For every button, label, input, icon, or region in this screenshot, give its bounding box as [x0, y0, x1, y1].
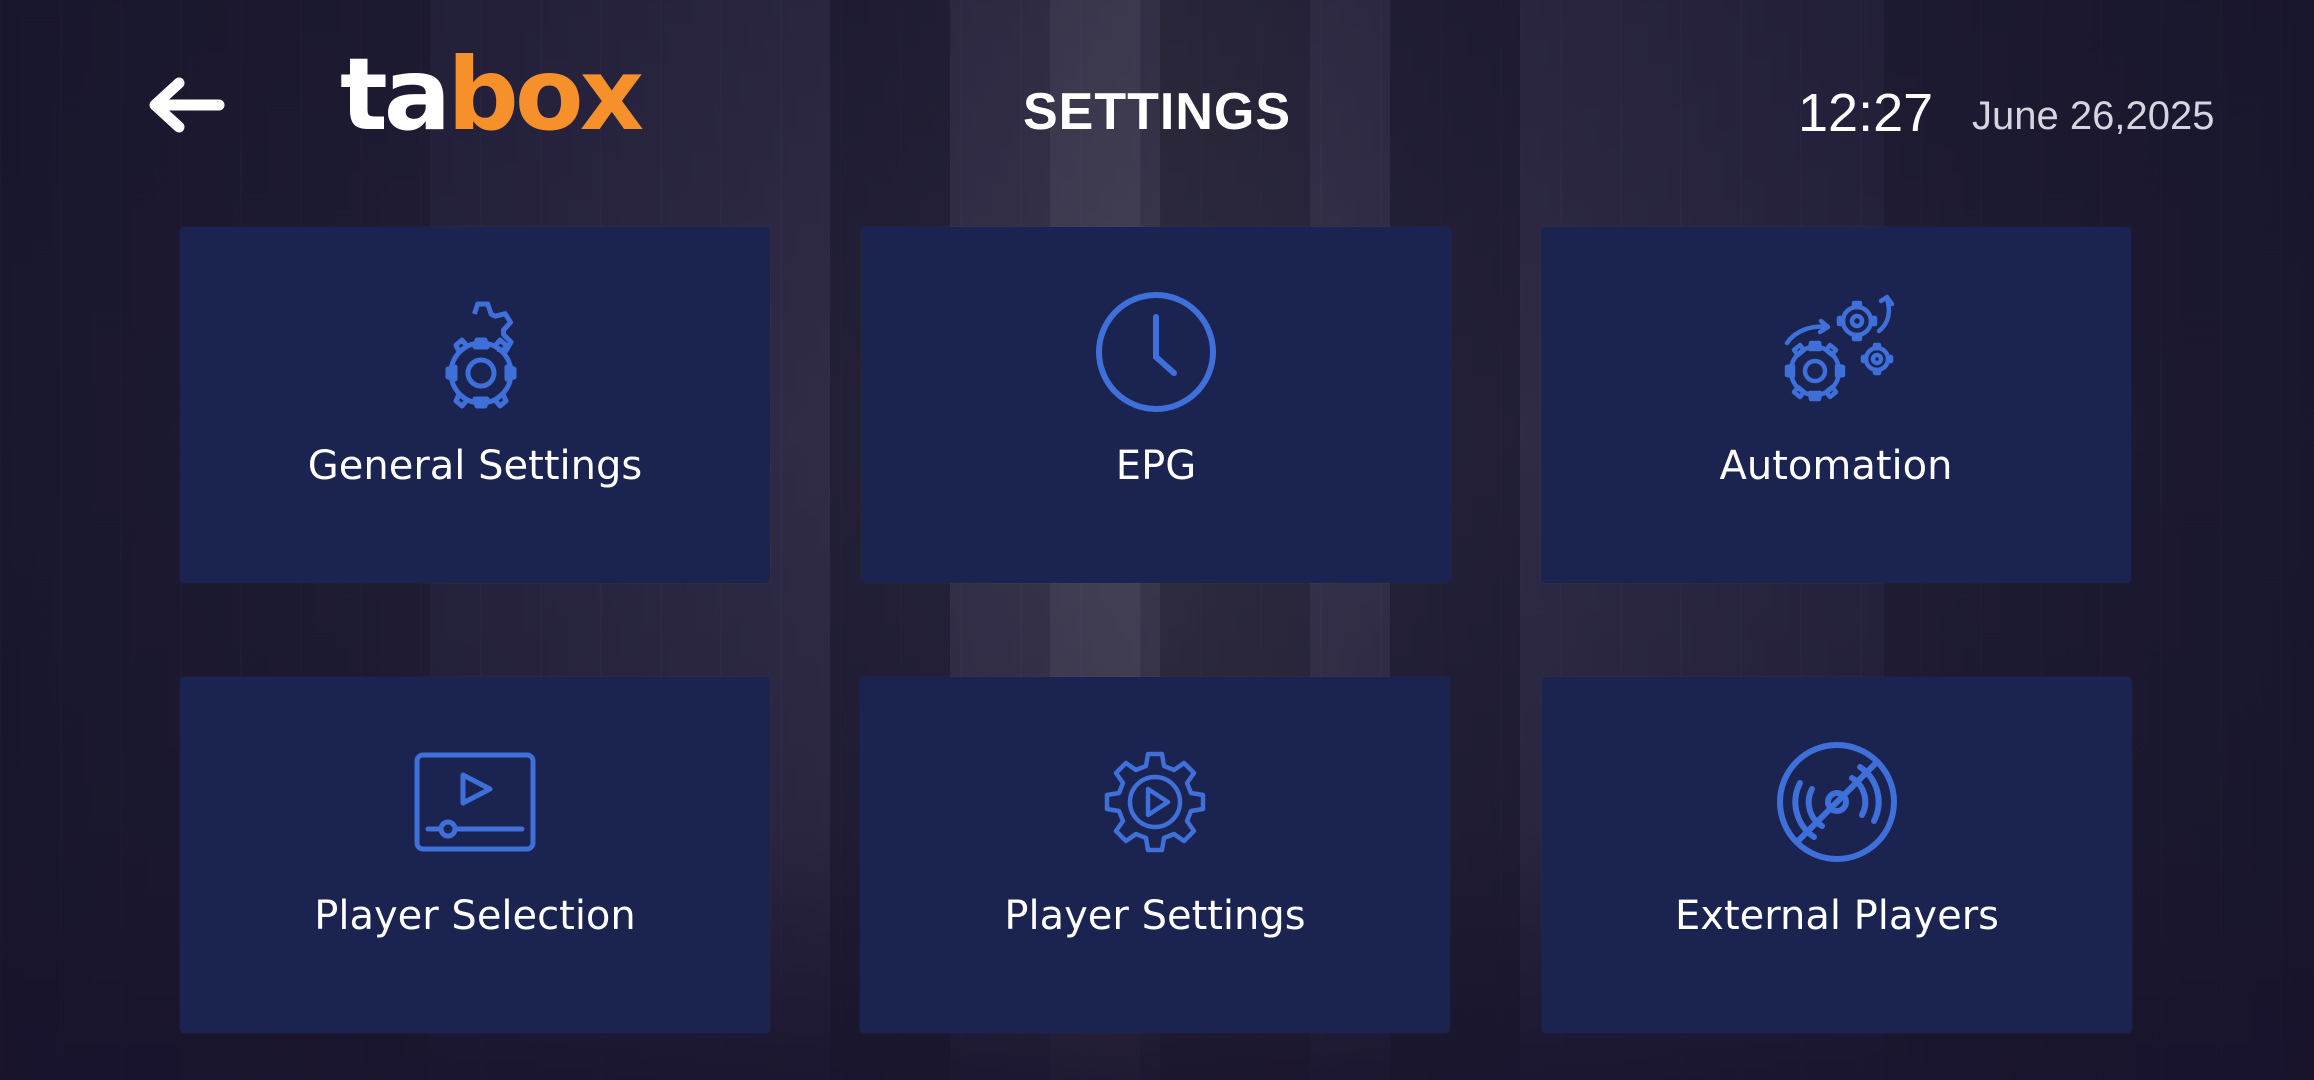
tile-label: Player Selection — [314, 893, 636, 939]
page-title: SETTINGS — [1022, 83, 1292, 141]
date: June 26,2025 — [1972, 94, 2215, 138]
player-settings-tile[interactable]: Player Settings — [860, 677, 1450, 1033]
tile-label: Player Settings — [1004, 893, 1306, 939]
epg-tile[interactable]: EPG — [861, 227, 1451, 583]
player-selection-tile[interactable]: Player Selection — [180, 677, 770, 1033]
disc-off-icon — [1772, 737, 1902, 867]
gears-icon — [410, 287, 540, 417]
tile-label: External Players — [1675, 893, 1999, 939]
clock-icon — [1091, 287, 1221, 417]
general-settings-tile[interactable]: General Settings — [180, 227, 770, 583]
play-gear-icon — [1090, 737, 1220, 867]
tile-label: Automation — [1719, 443, 1953, 489]
external-players-tile[interactable]: External Players — [1542, 677, 2132, 1033]
clock: 12:27 — [1798, 83, 1934, 143]
header: ta box SETTINGS 12:27 June 26,2025 — [0, 0, 2314, 220]
automation-tile[interactable]: Automation — [1541, 227, 2131, 583]
tile-label: EPG — [1115, 443, 1197, 489]
tile-label: General Settings — [307, 443, 643, 489]
automation-gears-icon — [1771, 287, 1901, 417]
video-player-icon — [410, 737, 540, 867]
